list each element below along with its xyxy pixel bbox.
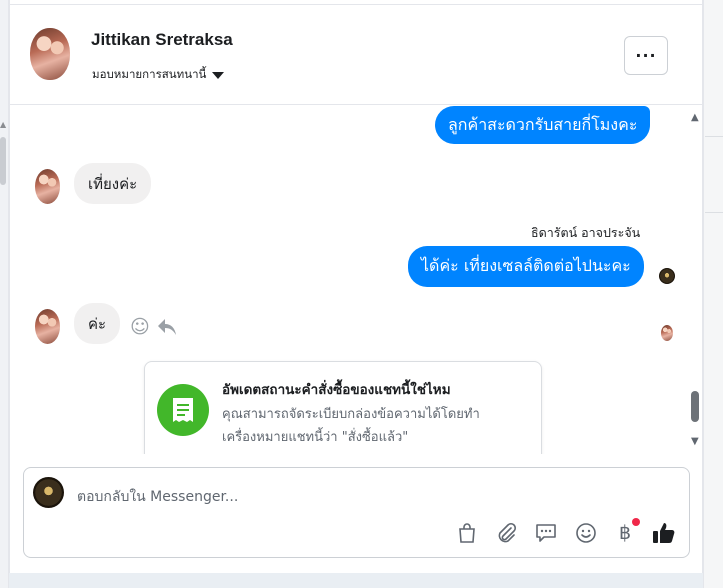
incoming-message[interactable]: ค่ะ: [74, 303, 121, 344]
assign-label: มอบหมายการสนทนานี้: [92, 67, 207, 81]
contact-avatar[interactable]: [30, 28, 70, 80]
scroll-down-icon[interactable]: ▼: [691, 436, 699, 447]
card-title: อัพเดตสถานะคำสั่งซื้อของแชทนี้ใช่ไหม: [222, 382, 451, 398]
caret-down-icon[interactable]: [212, 71, 225, 79]
notification-dot: [632, 518, 640, 526]
paperclip-icon[interactable]: [494, 520, 520, 546]
assign-conversation-dropdown[interactable]: มอบหมายการสนทนานี้: [92, 66, 225, 84]
reply-input[interactable]: ตอบกลับใน Messenger...: [77, 486, 238, 508]
seen-by-contact-avatar: [661, 325, 673, 341]
conversation-panel: Jittikan Sretraksa มอบหมายการสนทนานี้ ··…: [9, 0, 703, 573]
order-status-suggestion-card[interactable]: อัพเดตสถานะคำสั่งซื้อของแชทนี้ใช่ไหม คุณ…: [144, 361, 542, 454]
incoming-message[interactable]: เที่ยงค่ะ: [74, 163, 152, 204]
shopping-bag-icon[interactable]: [454, 520, 480, 546]
contact-avatar-small: [35, 169, 60, 204]
left-scroll-up-icon[interactable]: ▲: [0, 120, 6, 129]
outgoing-message[interactable]: ลูกค้าสะดวกรับสายกี่โมงคะ: [435, 106, 651, 144]
reply-icon[interactable]: [157, 318, 177, 340]
message-sender-name: ธิดารัตน์ อาจประจัน: [531, 225, 641, 240]
emoji-icon[interactable]: [573, 520, 599, 546]
contact-name[interactable]: Jittikan Sretraksa: [91, 30, 233, 50]
card-description-line: เครื่องหมายแชทนี้ว่า "สั่งซื้อแล้ว": [222, 430, 409, 445]
message-list: ลูกค้าสะดวกรับสายกี่โมงคะ เที่ยงค่ะ ธิดา…: [10, 106, 702, 454]
react-emoji-icon[interactable]: ☺: [130, 318, 150, 337]
reply-composer[interactable]: ตอบกลับใน Messenger... ฿: [23, 467, 690, 558]
seen-by-page-avatar: [659, 268, 675, 284]
card-description: คุณสามารถจัดระเบียบกล่องข้อความได้โดยทำ …: [222, 403, 480, 449]
left-scroll-strip: ▲: [0, 0, 9, 588]
contact-avatar-small: [35, 309, 60, 344]
messages-scrollbar-thumb[interactable]: [691, 391, 699, 422]
scroll-up-icon[interactable]: ▲: [691, 112, 699, 123]
receipt-icon: [157, 384, 209, 436]
right-edge-strip: [703, 0, 723, 588]
card-description-line: คุณสามารถจัดระเบียบกล่องข้อความได้โดยทำ: [222, 407, 480, 422]
left-scrollbar-thumb[interactable]: [0, 137, 6, 185]
page-avatar: [33, 477, 64, 508]
conversation-header: Jittikan Sretraksa มอบหมายการสนทนานี้ ··…: [10, 5, 702, 105]
more-options-button[interactable]: ···: [624, 36, 668, 75]
thumbs-up-icon[interactable]: [651, 520, 677, 546]
outgoing-message[interactable]: ได้ค่ะ เที่ยงเซลล์ติดต่อไปนะคะ: [408, 246, 644, 287]
chat-bubble-icon[interactable]: [533, 520, 559, 546]
